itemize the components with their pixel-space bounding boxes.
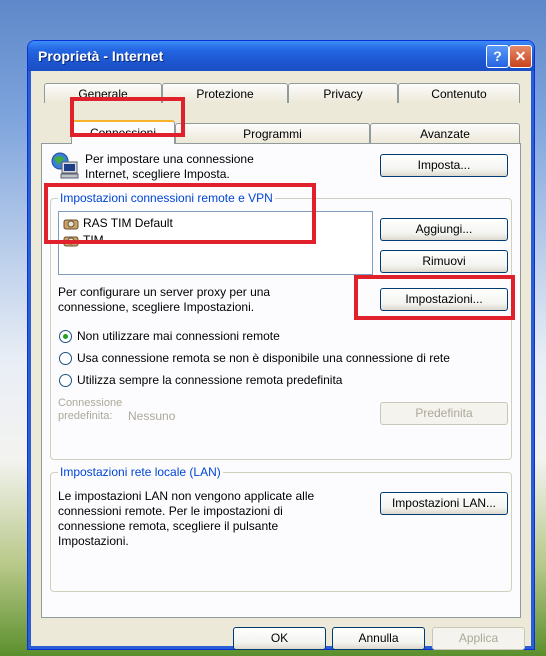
highlight-connessioni-tab — [70, 97, 185, 137]
lan-group-label: Impostazioni rete locale (LAN) — [58, 465, 223, 479]
setup-button[interactable]: Imposta... — [380, 154, 508, 177]
ok-button[interactable]: OK — [233, 627, 326, 650]
default-connection-label-line2: predefinita: — [58, 410, 113, 422]
connection-wizard-icon — [51, 152, 79, 179]
help-icon[interactable]: ? — [486, 45, 509, 68]
tab-programmi[interactable]: Programmi — [175, 123, 370, 143]
highlight-dialup-settings — [44, 183, 316, 244]
setup-text-line2: Internet, scegliere Imposta. — [85, 167, 230, 181]
radio-never-dial-label[interactable]: Non utilizzare mai connessioni remote — [77, 329, 280, 344]
add-button[interactable]: Aggiungi... — [380, 218, 508, 241]
radio-always-dial-label[interactable]: Utilizza sempre la connessione remota pr… — [77, 373, 342, 388]
setup-text-line1: Per impostare una connessione — [85, 152, 254, 166]
lan-settings-button[interactable]: Impostazioni LAN... — [380, 492, 508, 515]
default-connection-value: Nessuno — [128, 409, 176, 423]
cancel-button[interactable]: Annulla — [332, 627, 425, 650]
tab-privacy[interactable]: Privacy — [288, 83, 398, 103]
highlight-proxy-settings-button — [354, 275, 515, 320]
tab-avanzate[interactable]: Avanzate — [370, 123, 520, 143]
lan-text-line2: connessioni remote. Per le impostazioni … — [58, 504, 283, 518]
lan-text-line1: Le impostazioni LAN non vengono applicat… — [58, 489, 315, 503]
radio-never-dial[interactable] — [59, 330, 72, 343]
set-default-button[interactable]: Predefinita — [380, 402, 508, 425]
lan-text-line3: connessione remota, scegliere il pulsant… — [58, 519, 279, 533]
remove-button[interactable]: Rimuovi — [380, 250, 508, 273]
proxy-text-line2: connessione, scegliere Impostazioni. — [58, 300, 255, 314]
proxy-text-line1: Per configurare un server proxy per una — [58, 285, 271, 299]
title-bar[interactable]: Proprietà - Internet ? ✕ — [28, 41, 534, 71]
apply-button[interactable]: Applica — [432, 627, 525, 650]
default-connection-label-line1: Connessione — [58, 397, 123, 409]
lan-text-line4: Impostazioni. — [58, 534, 129, 548]
close-icon[interactable]: ✕ — [509, 45, 532, 68]
window-title: Proprietà - Internet — [38, 48, 164, 64]
tab-contenuto[interactable]: Contenuto — [398, 83, 520, 103]
radio-dial-when-no-network-label[interactable]: Usa connessione remota se non è disponib… — [77, 351, 450, 366]
radio-always-dial[interactable] — [59, 374, 72, 387]
radio-dial-when-no-network[interactable] — [59, 352, 72, 365]
dialog-client: Generale Protezione Privacy Contenuto Co… — [32, 71, 530, 650]
